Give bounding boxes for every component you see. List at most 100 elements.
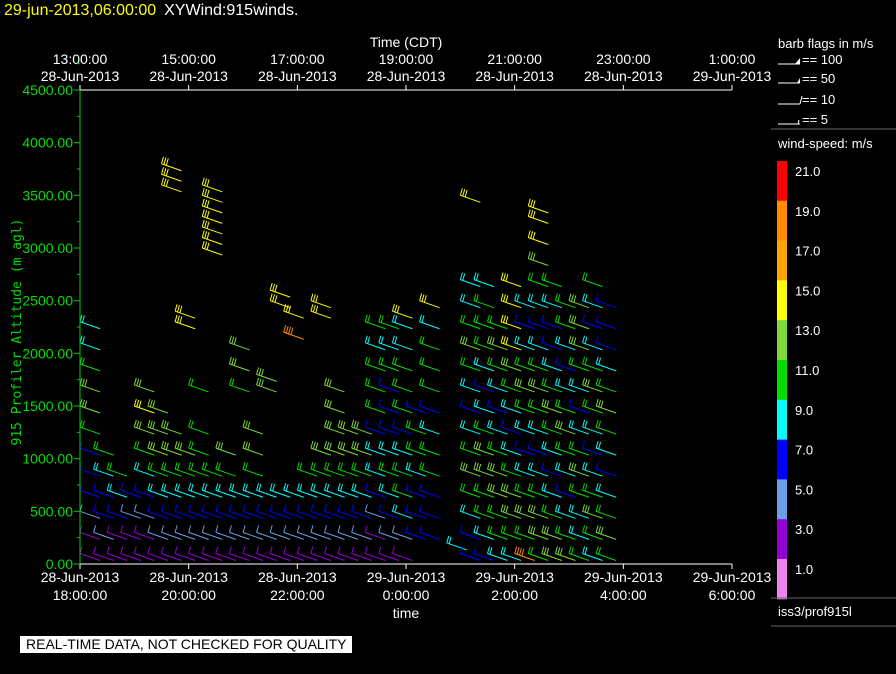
wind-barb <box>174 546 196 561</box>
barb-flag <box>188 546 192 554</box>
barb-flag <box>584 526 588 534</box>
wind-barb <box>228 356 250 372</box>
barb-flag <box>582 546 586 554</box>
barb-flag <box>380 315 384 323</box>
wind-barb <box>487 398 508 414</box>
top-tick-time: 15:00:00 <box>161 51 216 67</box>
barb-flag <box>204 220 208 228</box>
barb-flag <box>473 440 477 449</box>
barb-flag <box>541 419 545 428</box>
barb-flag <box>391 462 395 470</box>
wind-barb <box>364 462 386 477</box>
wind-barb <box>391 419 413 435</box>
wind-barb <box>79 504 101 519</box>
barb-staff <box>174 310 196 319</box>
wind-barb <box>242 419 264 435</box>
wind-barb <box>514 398 535 414</box>
wind-barb <box>133 525 155 540</box>
barb-flag <box>568 504 572 512</box>
barb-flag <box>473 272 477 280</box>
barb-flag <box>582 440 586 449</box>
barb-flag <box>228 335 232 343</box>
wind-barb <box>174 504 196 519</box>
barb-staff <box>324 384 345 393</box>
barb-flag <box>165 158 169 166</box>
wind-barb <box>79 462 101 477</box>
barb-flag <box>206 189 210 198</box>
barb-flag <box>231 378 235 386</box>
top-tick-date: 29-Jun-2013 <box>693 68 772 84</box>
barb-flag <box>81 315 85 323</box>
wind-barb <box>364 377 386 393</box>
barb-flag <box>407 441 411 450</box>
barb-flag <box>473 335 477 343</box>
barb-flag <box>174 483 178 491</box>
barb-flag <box>133 440 137 449</box>
wind-barb <box>324 504 345 519</box>
wind-barb <box>228 546 250 561</box>
barb-flag <box>514 293 518 301</box>
barb-flag <box>527 483 531 491</box>
barb-flag <box>514 377 518 386</box>
wind-barb <box>269 282 291 298</box>
wind-barb <box>147 504 169 519</box>
barb-staff <box>215 447 236 456</box>
wind-barb <box>364 525 386 540</box>
wind-barb <box>147 546 169 561</box>
wind-barb <box>296 483 318 498</box>
barb-flag <box>201 188 205 196</box>
barb-flag <box>554 546 558 554</box>
barb-flag <box>419 314 423 322</box>
barb-staff <box>419 342 440 351</box>
barb-staff <box>79 321 101 330</box>
barb-flag <box>530 505 534 513</box>
barb-flag <box>500 335 504 343</box>
barb-flag <box>514 546 518 554</box>
wind-barb <box>133 398 155 414</box>
barb-flag <box>557 336 561 344</box>
barb-flag <box>503 526 506 534</box>
wind-barb <box>419 335 440 351</box>
speed-legend-label: 15.0 <box>795 283 820 298</box>
wind-barb <box>568 335 590 351</box>
wind-barb <box>473 483 495 498</box>
barb-flag <box>188 525 192 533</box>
barb-flag <box>541 293 545 301</box>
barb-flag <box>133 525 137 533</box>
barb-flag <box>364 398 368 407</box>
barb-flag <box>489 420 493 429</box>
barb-flag <box>541 377 545 386</box>
wind-barb <box>133 462 155 477</box>
wind-barb <box>487 419 508 435</box>
barb-flag <box>541 504 545 512</box>
barb-flag <box>367 315 371 323</box>
barb-flag <box>543 547 547 555</box>
barb-flag <box>201 230 205 238</box>
wind-barb <box>487 314 508 330</box>
wind-barb <box>161 525 182 540</box>
barb-flag <box>419 293 423 301</box>
barb-flag <box>514 504 518 512</box>
wind-barb <box>161 462 182 477</box>
barb-flag <box>228 525 232 533</box>
wind-barb <box>79 314 101 330</box>
barb-flag <box>353 462 357 471</box>
barb-flag <box>570 378 574 386</box>
barb-flag <box>231 336 235 344</box>
top-tick-date: 28-Jun-2013 <box>475 68 554 84</box>
barb-flag <box>324 419 327 428</box>
barb-flag <box>201 219 205 228</box>
barb-flag <box>595 546 599 554</box>
barb-flag <box>272 483 276 492</box>
barb-flag <box>459 377 463 386</box>
wind-barb <box>582 504 603 519</box>
wind-barb <box>459 440 481 456</box>
barb-flag <box>391 314 395 322</box>
barb-flag <box>500 356 504 365</box>
barb-flag <box>582 314 586 322</box>
wind-barb <box>106 462 128 477</box>
wind-barb <box>283 483 304 498</box>
barb-flag <box>231 483 235 492</box>
barb-flag <box>557 420 561 429</box>
speed-color-swatch <box>777 240 787 281</box>
